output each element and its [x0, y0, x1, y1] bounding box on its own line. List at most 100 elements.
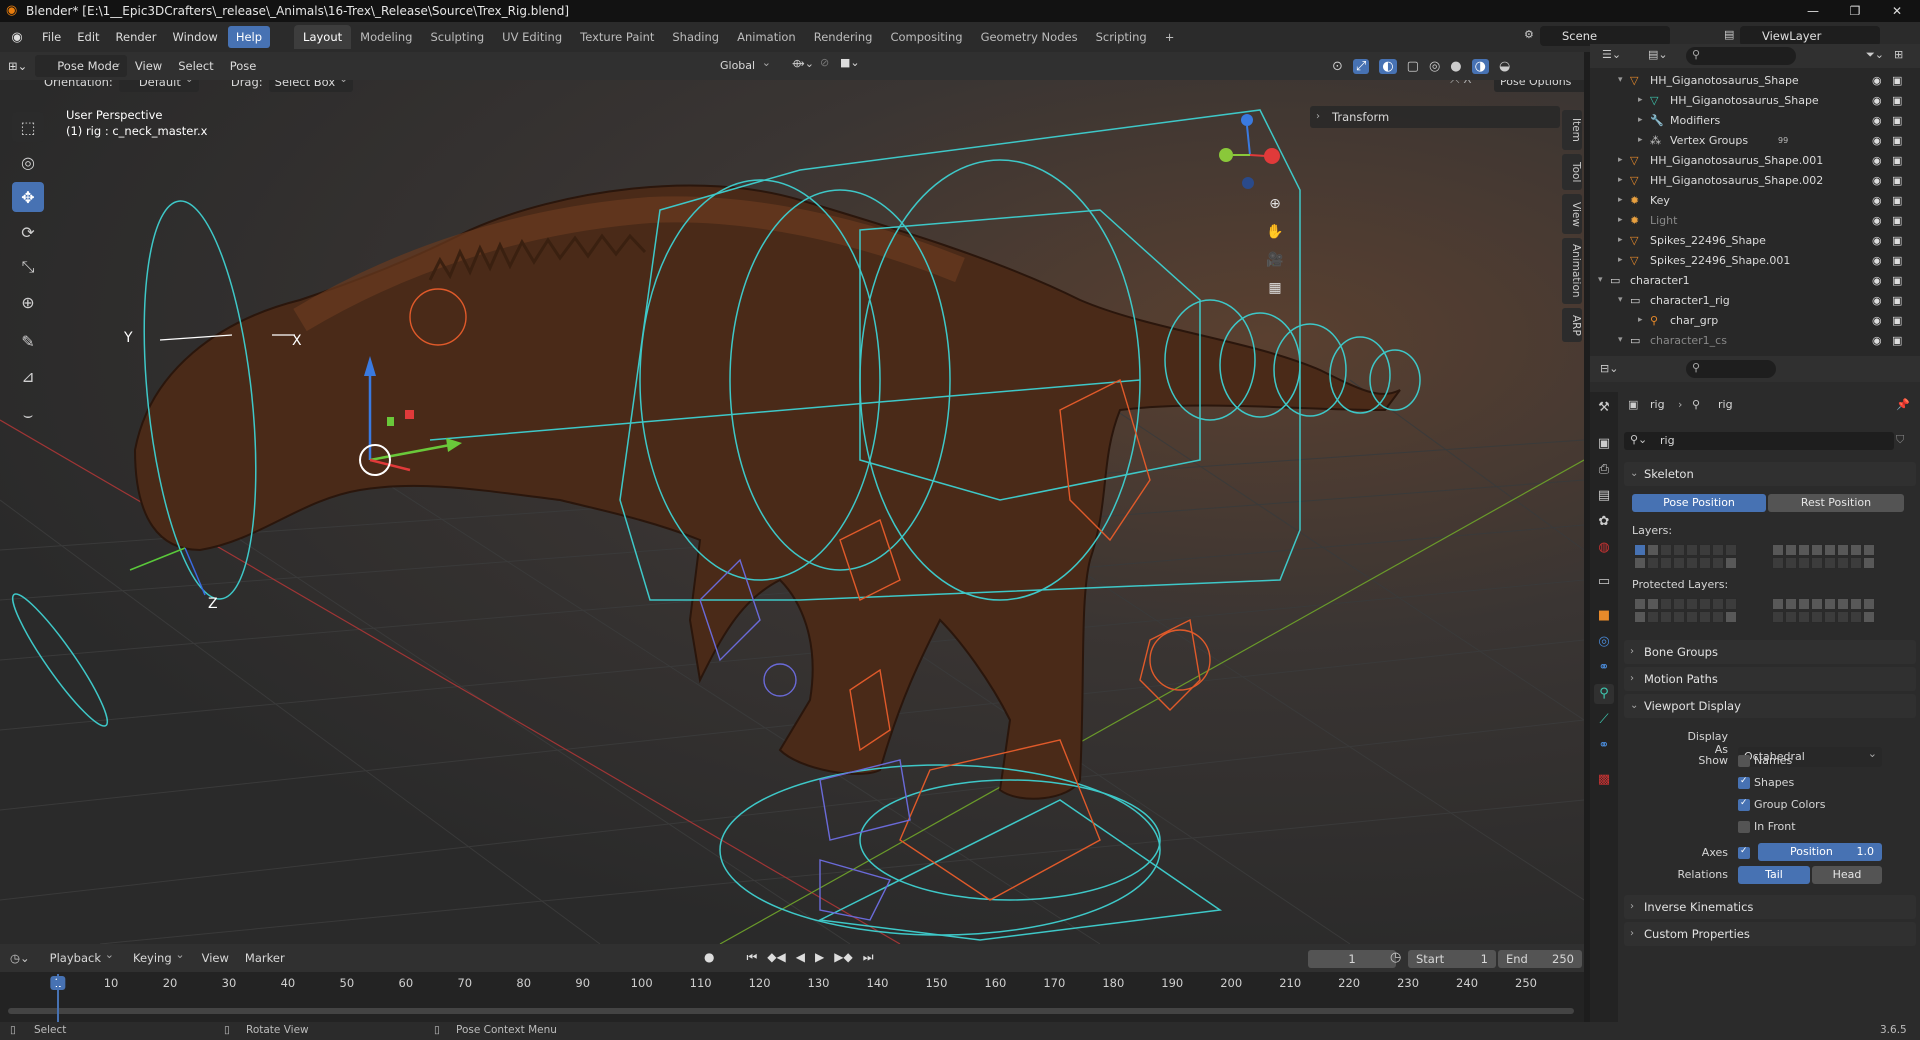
layer-toggle[interactable] [1660, 544, 1672, 556]
relations-head-button[interactable]: Head [1812, 866, 1882, 884]
solid-shading-icon[interactable]: ● [1450, 59, 1461, 74]
eye-icon[interactable]: ◉ [1872, 294, 1882, 307]
shapes-checkbox[interactable] [1738, 776, 1750, 789]
pose-position-button[interactable]: Pose Position [1632, 494, 1766, 512]
render-visibility-icon[interactable]: ▣ [1892, 254, 1902, 267]
material-shading-icon[interactable]: ◑ [1471, 58, 1489, 74]
new-collection-icon[interactable]: ⊞ [1894, 48, 1903, 61]
layer-toggle[interactable] [1798, 598, 1810, 610]
play-icon[interactable]: ▶ [815, 950, 824, 965]
layer-toggle[interactable] [1686, 598, 1698, 610]
chevron-right-icon[interactable]: ▸ [1618, 195, 1623, 205]
render-visibility-icon[interactable]: ▣ [1892, 294, 1902, 307]
navigation-gizmo[interactable] [1219, 114, 1280, 189]
layer-toggle[interactable] [1647, 544, 1659, 556]
3d-viewport[interactable]: Y X Z ⬚ ◎ ✥ ⟳ ⤡ ⊕ ✎ ⊿ ⌣ Orientation: Def… [0, 80, 1584, 944]
zoom-icon[interactable]: ⊕ [1263, 192, 1287, 216]
snap-icon[interactable]: ⊘ [820, 56, 829, 69]
texture-tab-icon[interactable]: ▩ [1594, 770, 1614, 790]
eye-icon[interactable]: ◉ [1872, 134, 1882, 147]
sidebar-tab-view[interactable]: View [1562, 194, 1582, 234]
bone-constraints-tab-icon[interactable]: ⚭ [1594, 736, 1614, 756]
gizmo-icon[interactable]: ⤢ [1352, 58, 1370, 74]
menu-file[interactable]: File [34, 26, 69, 48]
outliner-row[interactable]: ▸ ▽ Spikes_22496_Shape ◉ ▣ [1590, 230, 1920, 250]
chevron-right-icon[interactable]: ▸ [1618, 235, 1623, 245]
layer-toggle[interactable] [1634, 598, 1646, 610]
layer-toggle[interactable] [1673, 544, 1685, 556]
layer-toggle[interactable] [1647, 598, 1659, 610]
sidebar-tab-tool[interactable]: Tool [1562, 154, 1582, 190]
layer-toggle[interactable] [1837, 544, 1849, 556]
sidebar-tab-animation[interactable]: Animation [1562, 238, 1582, 304]
layer-toggle[interactable] [1699, 598, 1711, 610]
layer-toggle[interactable] [1811, 557, 1823, 569]
scene-tab-icon[interactable]: ✿ [1594, 512, 1614, 532]
constraints-tab-icon[interactable]: ⚭ [1594, 658, 1614, 678]
layer-toggle[interactable] [1785, 611, 1797, 623]
outliner-row[interactable]: ▸ ▽ Spikes_22496_Shape.001 ◉ ▣ [1590, 250, 1920, 270]
playback-menu[interactable]: Playback [44, 945, 119, 968]
bone-tab-icon[interactable]: ⟋ [1594, 710, 1614, 730]
timeline-view-menu[interactable]: View [194, 951, 237, 965]
chevron-right-icon[interactable]: ▸ [1618, 175, 1623, 185]
key-prev-icon[interactable]: ◆◀ [767, 950, 785, 965]
render-visibility-icon[interactable]: ▣ [1892, 274, 1902, 287]
chevron-down-icon[interactable]: ▾ [1618, 75, 1623, 85]
layer-toggle[interactable] [1772, 557, 1784, 569]
outliner-row[interactable]: ▸ ▽ HH_Giganotosaurus_Shape.002 ◉ ▣ [1590, 170, 1920, 190]
layer-toggle[interactable] [1699, 544, 1711, 556]
tab-modeling[interactable]: Modeling [351, 25, 421, 49]
layer-toggle[interactable] [1634, 544, 1646, 556]
pivot-icon[interactable]: ⟴⌄ [792, 57, 814, 70]
outliner-row[interactable]: ▸ ⁂ Vertex Groups 99 ◉ ▣ [1590, 130, 1920, 150]
group-colors-checkbox[interactable] [1738, 798, 1750, 811]
xray-icon[interactable]: ▢ [1407, 59, 1419, 74]
orientation-dropdown[interactable]: Default [118, 80, 199, 92]
outliner-row[interactable]: ▸ ▽ HH_Giganotosaurus_Shape.001 ◉ ▣ [1590, 150, 1920, 170]
close-icon[interactable]: ✕ [1876, 0, 1918, 22]
layer-toggle[interactable] [1712, 544, 1724, 556]
eye-icon[interactable]: ◉ [1872, 94, 1882, 107]
armature-data-icon[interactable]: ⚲⌄ [1630, 433, 1647, 446]
view-layer-tab-icon[interactable]: ▤ [1594, 486, 1614, 506]
tab-shading[interactable]: Shading [663, 25, 728, 49]
layer-toggle[interactable] [1811, 544, 1823, 556]
layer-toggle[interactable] [1798, 557, 1810, 569]
eye-icon[interactable]: ◉ [1872, 314, 1882, 327]
outliner-row[interactable]: ▸ ✹ Key ◉ ▣ [1590, 190, 1920, 210]
motion-paths-section[interactable]: › Motion Paths [1624, 667, 1916, 691]
layer-toggle[interactable] [1686, 557, 1698, 569]
marker-menu[interactable]: Marker [237, 951, 293, 965]
tab-compositing[interactable]: Compositing [881, 25, 971, 49]
current-frame-field[interactable]: 1 [1308, 950, 1396, 968]
tab-scripting[interactable]: Scripting [1087, 25, 1156, 49]
proportional-icon[interactable]: ■⌄ [840, 56, 860, 69]
sidebar-tab-arp[interactable]: ARP [1562, 308, 1582, 342]
layer-toggle[interactable] [1647, 611, 1659, 623]
axes-checkbox[interactable] [1738, 846, 1750, 859]
outliner-search-input[interactable]: ⚲ [1686, 47, 1796, 65]
pin-icon[interactable]: 📌 [1896, 398, 1910, 411]
menu-view[interactable]: View [127, 55, 170, 77]
playhead[interactable] [57, 974, 59, 1022]
blender-menu-icon[interactable]: ◉ [0, 30, 34, 45]
layer-toggle[interactable] [1850, 557, 1862, 569]
jump-end-icon[interactable]: ⏭ [863, 950, 874, 965]
minimize-icon[interactable]: — [1792, 0, 1834, 22]
rendered-shading-icon[interactable]: ◒ [1499, 59, 1510, 74]
layer-toggle[interactable] [1850, 544, 1862, 556]
outliner-row[interactable]: ▾ ▭ character1_cs ◉ ▣ [1590, 330, 1920, 350]
render-visibility-icon[interactable]: ▣ [1892, 314, 1902, 327]
layer-toggle[interactable] [1772, 598, 1784, 610]
pan-icon[interactable]: ✋ [1263, 220, 1287, 244]
object-tab-icon[interactable]: ■ [1594, 606, 1614, 626]
pose-options-dropdown[interactable]: Pose Options [1494, 80, 1584, 92]
layer-toggle[interactable] [1660, 611, 1672, 623]
physics-tab-icon[interactable]: ◎ [1594, 632, 1614, 652]
layer-toggle[interactable] [1673, 557, 1685, 569]
bone-size-tool-icon[interactable]: ⌣ [12, 400, 44, 430]
render-visibility-icon[interactable]: ▣ [1892, 214, 1902, 227]
timeline-body[interactable]: 1102030405060708090100110120130140150160… [0, 972, 1584, 1022]
in-front-checkbox[interactable] [1738, 821, 1750, 833]
